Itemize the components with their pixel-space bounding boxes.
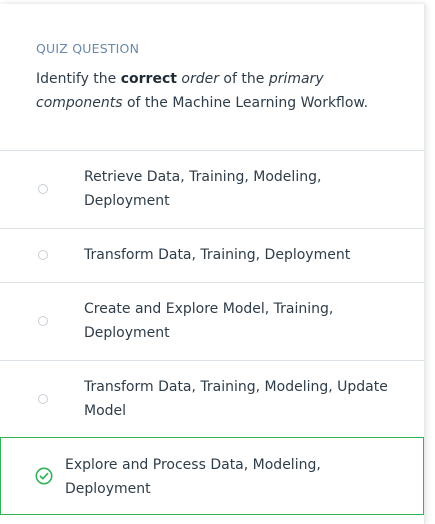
question-section: QUIZ QUESTION Identify the correct order… — [0, 4, 424, 150]
prompt-italic: order — [181, 71, 219, 87]
prompt-bold: correct — [120, 71, 177, 87]
answer-option-selected[interactable]: Explore and Process Data, Modeling, Depl… — [0, 437, 424, 515]
answer-option-label: Explore and Process Data, Modeling, Depl… — [65, 457, 321, 497]
answer-option-label: Transform Data, Training, Deployment — [84, 247, 351, 263]
answer-option-label: Transform Data, Training, Modeling, Upda… — [84, 379, 388, 419]
question-prompt: Identify the correct order of the primar… — [36, 67, 388, 115]
prompt-text: of the Machine Learning Workflow. — [122, 95, 369, 111]
answer-option[interactable]: Create and Explore Model, Training, Depl… — [0, 282, 424, 360]
check-circle-icon[interactable] — [35, 467, 53, 485]
answer-option[interactable]: Retrieve Data, Training, Modeling, Deplo… — [0, 150, 424, 228]
prompt-text: Identify the — [36, 71, 121, 87]
quiz-card: QUIZ QUESTION Identify the correct order… — [0, 4, 425, 524]
radio-icon[interactable] — [38, 316, 48, 326]
prompt-text: of the — [218, 71, 269, 87]
answer-option[interactable]: Transform Data, Training, Deployment — [0, 228, 424, 282]
answer-options: Retrieve Data, Training, Modeling, Deplo… — [0, 150, 424, 515]
radio-icon[interactable] — [38, 394, 48, 404]
radio-icon[interactable] — [38, 184, 48, 194]
answer-option-label: Retrieve Data, Training, Modeling, Deplo… — [84, 169, 322, 209]
quiz-question-label: QUIZ QUESTION — [36, 41, 140, 56]
answer-option[interactable]: Transform Data, Training, Modeling, Upda… — [0, 360, 424, 437]
radio-icon[interactable] — [38, 250, 48, 260]
answer-option-label: Create and Explore Model, Training, Depl… — [84, 301, 334, 341]
